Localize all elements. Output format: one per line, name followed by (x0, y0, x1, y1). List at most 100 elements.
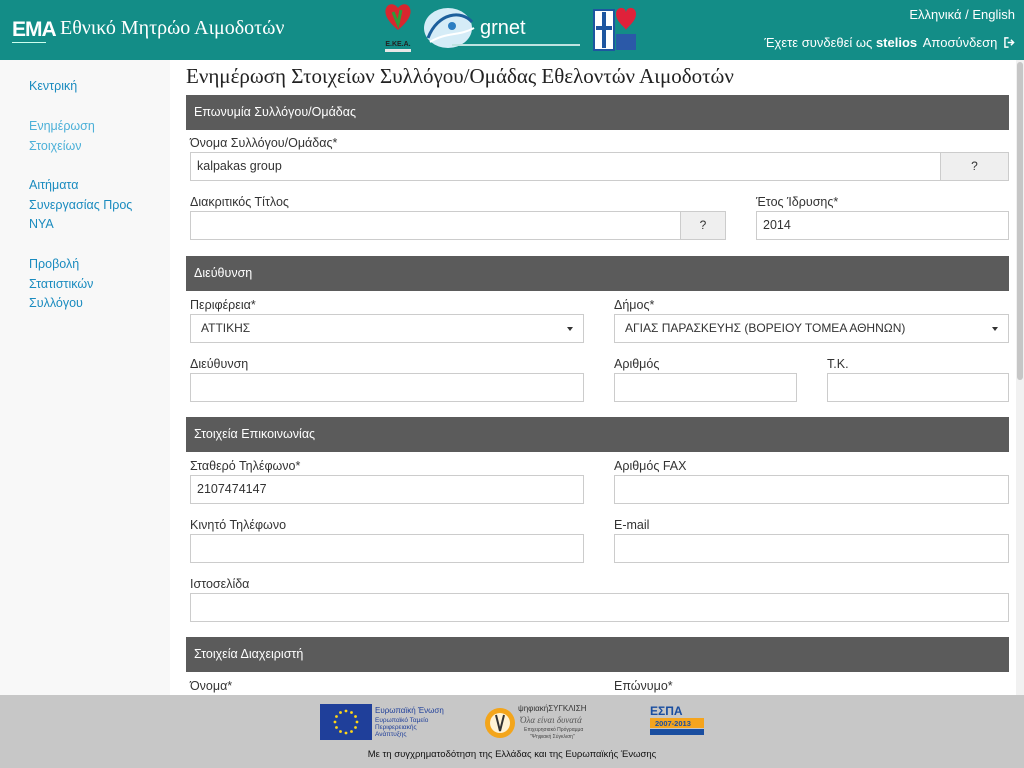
sidebar-item-update-details[interactable]: Ενημέρωση Στοιχείων (29, 117, 95, 156)
sidebar-item-home[interactable]: Κεντρική (29, 77, 77, 97)
sidebar-item-label: Συνεργασίας Προς (29, 197, 133, 212)
eu-star-icon (339, 730, 342, 733)
eu-star-icon (335, 715, 338, 718)
phone-input[interactable]: 2107474147 (190, 475, 584, 504)
phone-label: Σταθερό Τηλέφωνο* (190, 459, 301, 473)
fax-label: Αριθμός FAX (614, 459, 687, 473)
user-status: Έχετε συνδεθεί ως stelios Αποσύνδεση (764, 35, 1015, 50)
sidebar-item-label: Προβολή (29, 257, 80, 271)
distinctive-title-label: Διακριτικός Τίτλος (190, 195, 289, 209)
section-contact-header: Στοιχεία Επικοινωνίας (186, 417, 1009, 452)
region-select[interactable]: ΑΤΤΙΚΗΣ (190, 314, 584, 343)
sidebar-item-label: Συλλόγου (29, 296, 83, 310)
scrollbar-thumb[interactable] (1017, 62, 1023, 380)
email-input[interactable] (614, 534, 1009, 563)
svg-text:Περιφερειακής: Περιφερειακής (375, 724, 417, 731)
group-name-help-button[interactable]: ? (940, 152, 1009, 181)
municipality-select[interactable]: ΑΓΙΑΣ ΠΑΡΑΣΚΕΥΗΣ (ΒΟΡΕΙΟΥ ΤΟΜΕΑ ΑΘΗΝΩΝ) (614, 314, 1009, 343)
eu-star-icon (339, 711, 342, 714)
admin-first-name-label: Όνομα* (190, 679, 233, 693)
username: stelios (875, 35, 918, 50)
logged-in-prefix: Έχετε συνδεθεί ως (764, 35, 873, 50)
svg-text:Ανάπτυξης: Ανάπτυξης (375, 730, 407, 738)
eu-flag-logo: Ευρωπαϊκή Ένωση Ευρωπαϊκό Ταμείο Περιφερ… (320, 704, 444, 740)
page-scrollbar[interactable] (1016, 60, 1024, 695)
sidebar-item-label: Κεντρική (29, 79, 78, 93)
region-select-value: ΑΤΤΙΚΗΣ (201, 321, 251, 335)
group-name-label: Όνομα Συλλόγου/Ομάδας* (190, 136, 338, 150)
eu-star-icon (354, 715, 357, 718)
section-address-header: Διεύθυνση (186, 256, 1009, 291)
site-title[interactable]: Εθνικό Μητρώο Αιμοδοτών (60, 17, 284, 40)
municipality-select-value: ΑΓΙΑΣ ΠΑΡΑΣΚΕΥΗΣ (ΒΟΡΕΙΟΥ ΤΟΜΕΑ ΑΘΗΝΩΝ) (625, 321, 906, 335)
ministry-health-logo (593, 7, 636, 51)
postal-code-input[interactable] (827, 373, 1009, 402)
svg-text:Ευρωπαϊκή Ένωση: Ευρωπαϊκή Ένωση (375, 706, 444, 715)
postal-code-label: Τ.Κ. (827, 357, 849, 371)
partner-logos: Ε.ΚΕ.Α. grnet (380, 0, 650, 60)
eu-star-icon (355, 720, 359, 724)
svg-text:Ε.ΚΕ.Α.: Ε.ΚΕ.Α. (385, 41, 410, 48)
distinctive-title-help-button[interactable]: ? (680, 211, 726, 240)
svg-text:2007-2013: 2007-2013 (655, 719, 691, 728)
grnet-logo: grnet (424, 8, 580, 48)
lang-english-link[interactable]: English (972, 7, 1015, 22)
sidebar: Κεντρική Ενημέρωση Στοιχείων Αιτήματα Συ… (0, 60, 170, 695)
street-number-label: Αριθμός (614, 357, 660, 371)
eu-star-icon (350, 730, 353, 733)
website-input[interactable] (190, 593, 1009, 622)
digital-convergence-logo: ψηφιακήΣΥΓΚΛΙΣΗ Όλα είναι δυνατά Επιχειρ… (485, 704, 587, 740)
mobile-label: Κινητό Τηλέφωνο (190, 518, 287, 532)
svg-text:ΕΣΠΑ: ΕΣΠΑ (650, 704, 683, 718)
sidebar-item-label: ΝΥΑ (29, 217, 54, 231)
caret-down-icon (567, 327, 573, 331)
lang-separator: / (965, 7, 969, 22)
municipality-label: Δήμος* (614, 298, 655, 312)
caret-down-icon (992, 327, 998, 331)
section-name-header: Επωνυμία Συλλόγου/Ομάδας (186, 95, 1009, 130)
svg-text:Επιχειρησιακό Πρόγραμμα: Επιχειρησιακό Πρόγραμμα (524, 726, 583, 733)
section-admin-header: Στοιχεία Διαχειριστή (186, 637, 1009, 672)
sidebar-item-label: Αιτήματα (29, 178, 79, 192)
street-number-input[interactable] (614, 373, 797, 402)
sidebar-item-label: Ενημέρωση (29, 119, 95, 133)
founding-year-input[interactable]: 2014 (756, 211, 1009, 240)
admin-last-name-label: Επώνυμο* (614, 679, 673, 693)
svg-text:Όλα είναι δυνατά: Όλα είναι δυνατά (520, 715, 582, 725)
distinctive-title-input[interactable] (190, 211, 681, 240)
sidebar-item-statistics[interactable]: Προβολή Στατιστικών Συλλόγου (29, 255, 93, 314)
website-label: Ιστοσελίδα (190, 577, 250, 591)
eu-star-icon (354, 726, 357, 729)
svg-text:ψηφιακήΣΥΓΚΛΙΣΗ: ψηφιακήΣΥΓΚΛΙΣΗ (518, 704, 587, 713)
eu-star-icon (333, 720, 337, 724)
language-switcher: Ελληνικά / English (909, 7, 1015, 22)
ema-logo-text: EMA (12, 18, 57, 41)
ema-logo[interactable]: EMA (12, 14, 57, 46)
email-label: E-mail (614, 518, 650, 532)
fax-input[interactable] (614, 475, 1009, 504)
svg-text:grnet: grnet (480, 17, 526, 39)
mobile-input[interactable] (190, 534, 584, 563)
logout-link[interactable]: Αποσύνδεση (923, 35, 998, 50)
espa-logo: ΕΣΠΑ 2007-2013 (650, 704, 704, 735)
svg-text:Ευρωπαϊκό Ταμείο: Ευρωπαϊκό Ταμείο (375, 716, 429, 724)
page-title: Ενημέρωση Στοιχείων Συλλόγου/Ομάδας Εθελ… (186, 64, 734, 88)
ekea-logo: Ε.ΚΕ.Α. (385, 4, 411, 52)
eu-star-icon (335, 726, 338, 729)
footer: Ευρωπαϊκή Ένωση Ευρωπαϊκό Ταμείο Περιφερ… (0, 695, 1024, 768)
lang-greek-link[interactable]: Ελληνικά (909, 7, 961, 22)
founding-year-label: Έτος Ίδρυσης* (756, 195, 839, 209)
region-label: Περιφέρεια* (190, 298, 256, 312)
ema-logo-underline (12, 42, 46, 45)
footer-cofunding-text: Με τη συγχρηματοδότηση της Ελλάδας και τ… (367, 749, 657, 760)
eu-star-icon (350, 711, 353, 714)
sidebar-item-label: Στοιχείων (29, 138, 82, 153)
svg-text:"Ψηφιακή Σύγκλιση": "Ψηφιακή Σύγκλιση" (530, 733, 575, 740)
main-content: Ενημέρωση Στοιχείων Συλλόγου/Ομάδας Εθελ… (170, 60, 1016, 695)
street-label: Διεύθυνση (190, 357, 249, 371)
group-name-input[interactable]: kalpakas group (190, 152, 941, 181)
eu-star-icon (344, 709, 348, 713)
sidebar-item-cooperation-requests[interactable]: Αιτήματα Συνεργασίας Προς ΝΥΑ (29, 176, 132, 235)
street-input[interactable] (190, 373, 584, 402)
logout-icon[interactable] (1004, 37, 1015, 48)
